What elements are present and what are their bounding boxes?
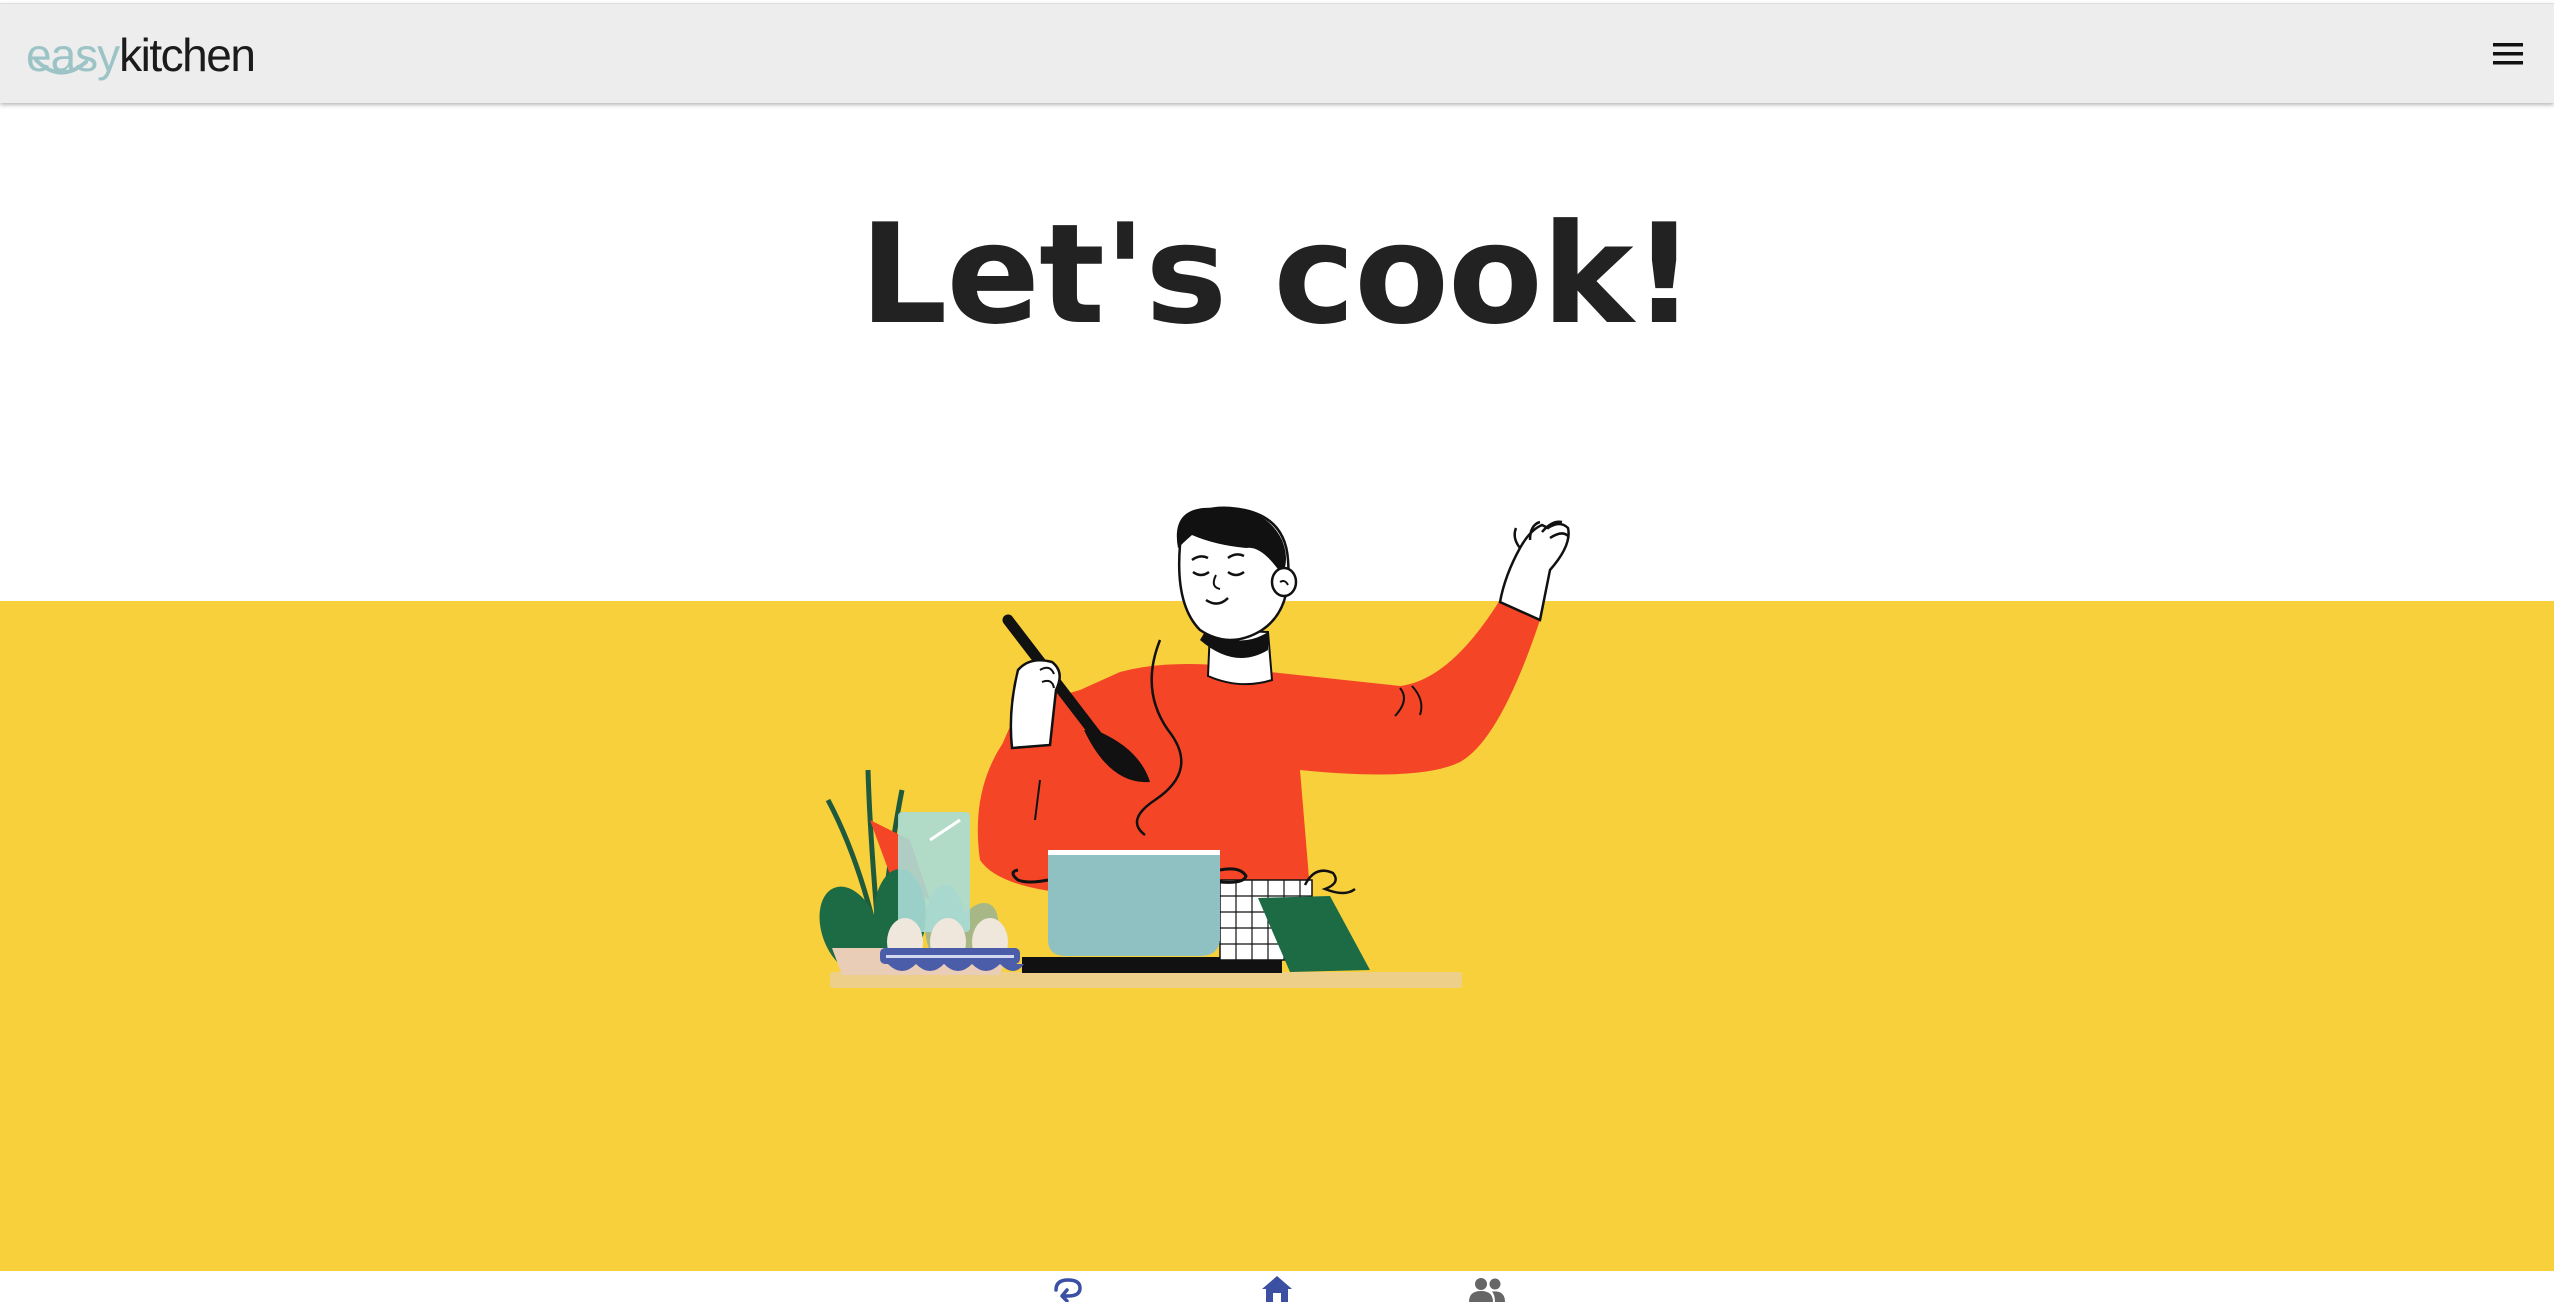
nav-history[interactable] [1037,1271,1097,1306]
cooking-illustration [819,506,1570,988]
logo-text-kitchen: kitchen [119,29,256,81]
page-title: Let's cook! [859,194,1695,355]
top-app-bar: easy kitchen [0,3,2554,103]
logo[interactable]: easy kitchen [26,24,256,86]
history-icon [1054,1277,1082,1302]
app-root: easy kitchen Let's cook! [0,0,2554,1306]
bottom-navigation [0,1271,2554,1306]
menu-button[interactable] [2478,24,2538,84]
hamburger-menu-icon [2493,43,2523,65]
people-icon [1469,1277,1505,1302]
nav-home[interactable] [1247,1271,1307,1306]
home-icon [1262,1275,1292,1302]
logo-smile-icon [34,58,88,75]
nav-people[interactable] [1457,1271,1517,1306]
